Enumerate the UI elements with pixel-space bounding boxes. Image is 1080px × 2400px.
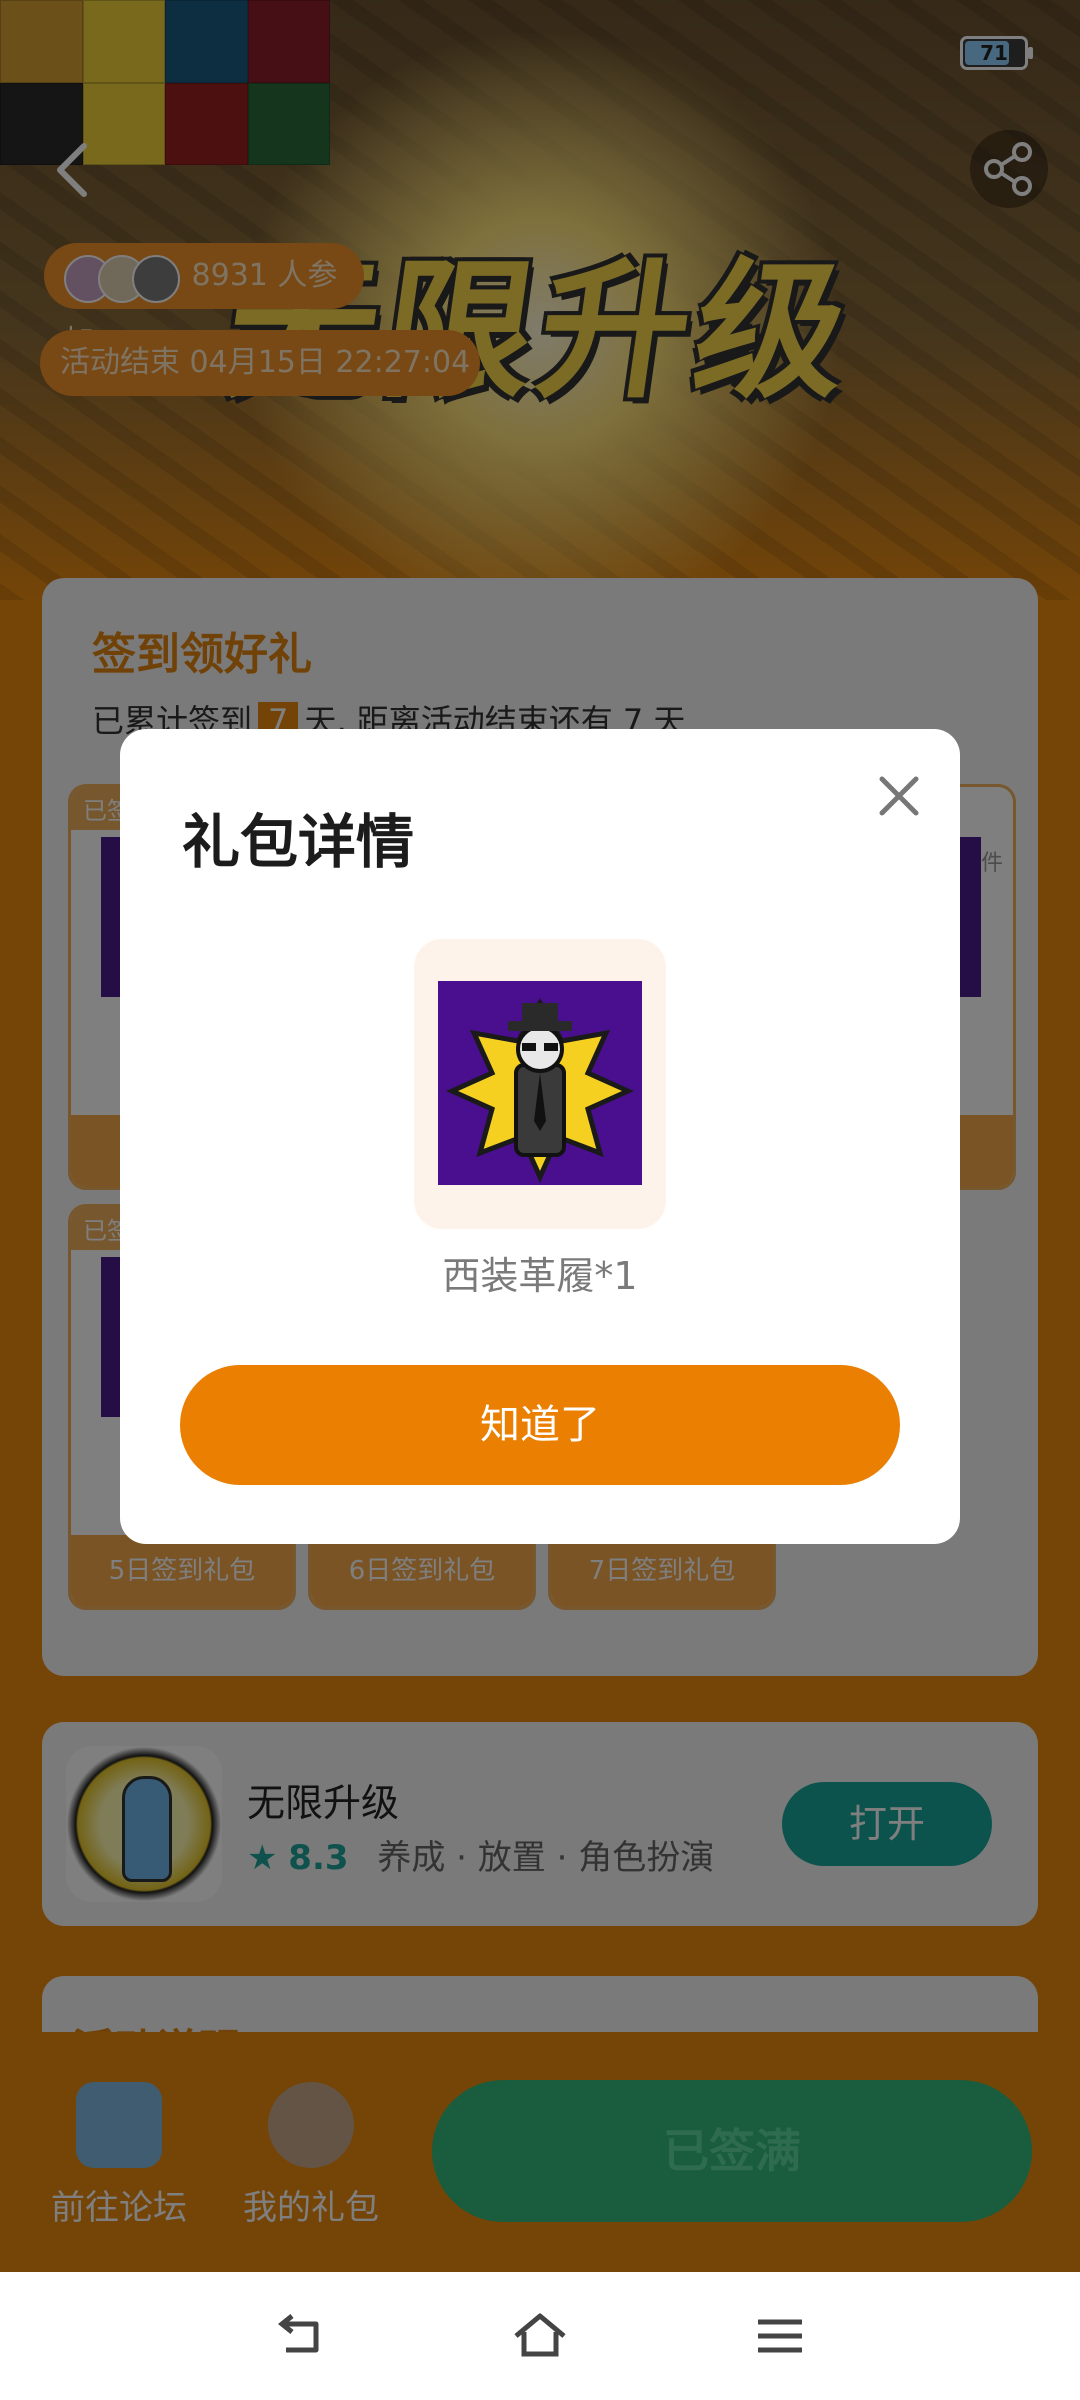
nav-menu-button[interactable] xyxy=(750,2306,810,2366)
gift-item-image xyxy=(438,981,642,1185)
modal-title: 礼包详情 xyxy=(182,808,415,876)
nav-back-icon xyxy=(277,2314,319,2353)
close-icon xyxy=(879,776,919,816)
nav-home-button[interactable] xyxy=(510,2306,570,2366)
home-icon xyxy=(514,2313,566,2357)
gift-item-name: 西装革履*1 xyxy=(442,1254,638,1298)
gift-detail-modal: 礼包详情 西装革履*1 知道了 xyxy=(120,729,960,1544)
confirm-button[interactable]: 知道了 xyxy=(180,1365,900,1485)
suit-character-icon xyxy=(438,981,642,1185)
system-navigation-bar xyxy=(0,2272,1080,2400)
menu-icon xyxy=(758,2319,802,2353)
gift-item-frame xyxy=(414,939,666,1229)
close-button[interactable] xyxy=(870,767,928,825)
nav-back-button[interactable] xyxy=(270,2306,330,2366)
